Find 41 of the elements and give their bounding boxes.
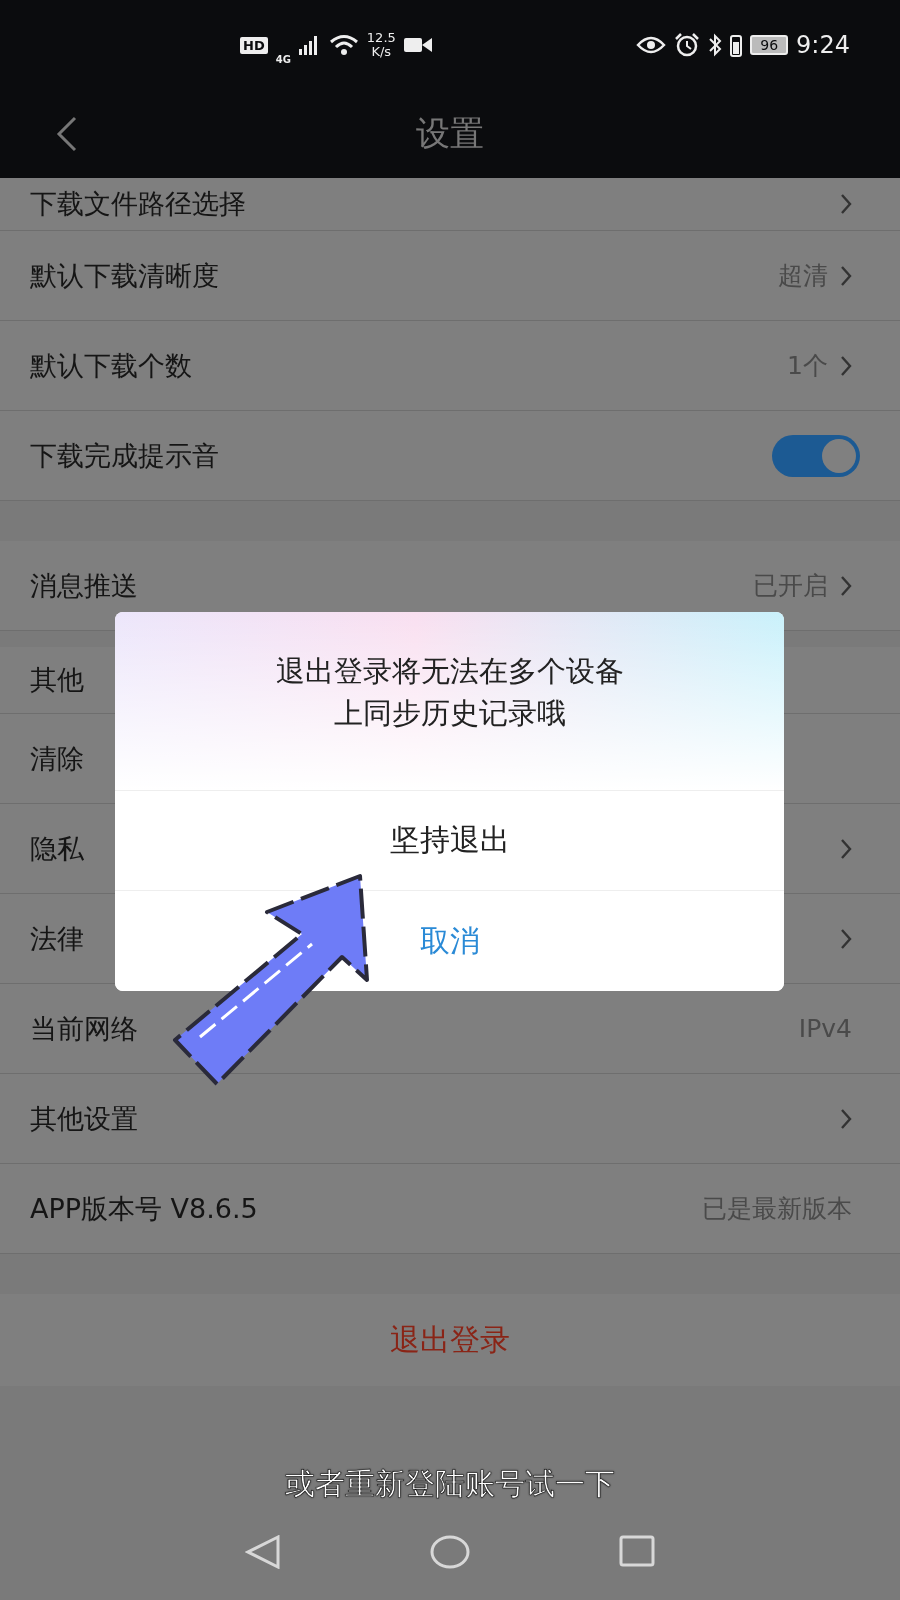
clock: 9:24 <box>796 31 850 59</box>
row-label: 下载文件路径选择 <box>30 187 246 221</box>
battery-saver-icon <box>730 33 743 57</box>
row-label: 隐私 <box>30 831 84 866</box>
hd-badge: HD <box>240 36 268 54</box>
chevron-icon <box>840 574 852 597</box>
subtitle-caption: 或者重新登陆账号试一下 <box>285 1465 615 1503</box>
row-label: 默认下载清晰度 <box>30 258 219 293</box>
chevron-icon <box>840 193 852 215</box>
chevron-icon <box>840 927 852 950</box>
settings-row[interactable]: 下载完成提示音 <box>0 411 900 501</box>
alarm-icon <box>674 33 701 57</box>
back-icon[interactable] <box>56 116 78 152</box>
row-label: 当前网络 <box>30 1011 138 1046</box>
home-nav-icon[interactable] <box>430 1535 470 1569</box>
row-label: 消息推送 <box>30 568 138 603</box>
chevron-icon <box>840 354 852 377</box>
page-title: 设置 <box>416 112 484 155</box>
settings-row[interactable]: 其他设置 <box>0 1074 900 1164</box>
row-label: 法律 <box>30 921 84 956</box>
chevron-icon <box>840 264 852 287</box>
row-label: 其他设置 <box>30 1101 138 1136</box>
row-label: 默认下载个数 <box>30 348 192 383</box>
dialog-message: 退出登录将无法在多个设备 上同步历史记录哦 <box>274 653 625 732</box>
row-label: APP版本号 V8.6.5 <box>30 1191 258 1226</box>
eye-icon <box>636 35 667 55</box>
row-label: 下载完成提示音 <box>30 438 219 473</box>
recents-nav-icon[interactable] <box>619 1535 655 1567</box>
network-speed: 12.5 K/s <box>366 31 396 59</box>
chevron-icon <box>840 1107 852 1130</box>
chevron-icon <box>840 837 852 860</box>
settings-row[interactable]: 下载文件路径选择 <box>0 178 900 231</box>
back-nav-icon[interactable] <box>245 1535 281 1569</box>
row-label: 清除 <box>30 741 84 776</box>
row-label: 其他 <box>30 663 84 697</box>
video-camera-icon <box>403 36 432 54</box>
toggle-switch[interactable] <box>772 434 860 477</box>
network-type: 4G <box>275 53 291 65</box>
wifi-icon <box>328 34 359 56</box>
bluetooth-icon <box>708 33 723 57</box>
battery-level: 96 <box>750 35 789 55</box>
